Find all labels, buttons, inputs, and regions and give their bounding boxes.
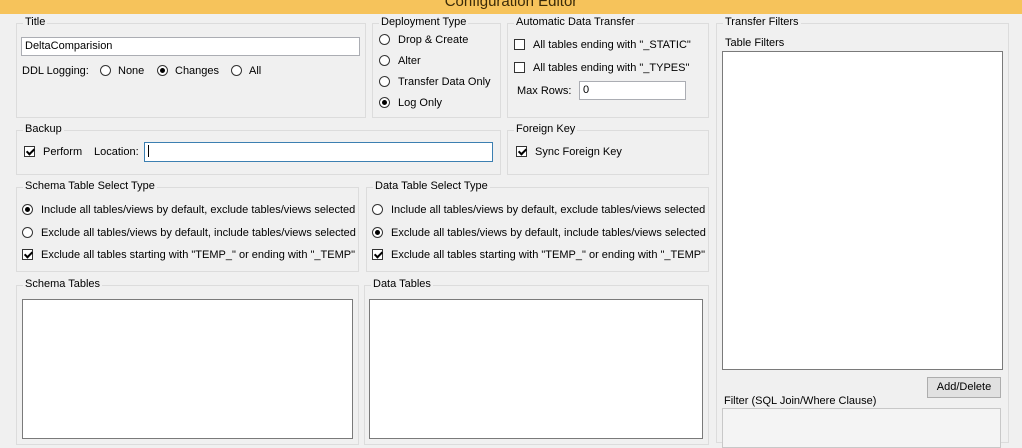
location-input[interactable] — [144, 142, 493, 162]
data-select-label: Data Table Select Type — [373, 180, 490, 192]
window-titlebar: Configuration Editor — [0, 0, 1022, 14]
sync-foreign-key-label[interactable]: Sync Foreign Key — [535, 146, 622, 158]
perform-checkbox[interactable] — [24, 146, 35, 157]
add-delete-button[interactable]: Add/Delete — [927, 377, 1001, 398]
deploy-transfer-data-label[interactable]: Transfer Data Only — [398, 76, 491, 88]
deployment-type-label: Deployment Type — [379, 16, 469, 28]
types-label[interactable]: All tables ending with "_TYPES" — [533, 62, 689, 74]
ddl-changes-radio[interactable] — [157, 65, 168, 76]
foreign-key-label: Foreign Key — [514, 123, 578, 135]
ddl-none-label[interactable]: None — [118, 65, 144, 77]
sync-foreign-key-checkbox[interactable] — [516, 146, 527, 157]
auto-transfer-label: Automatic Data Transfer — [514, 16, 637, 28]
max-rows-label: Max Rows: — [517, 85, 572, 97]
table-filters-label: Table Filters — [725, 37, 785, 49]
schema-tables-list[interactable] — [22, 299, 353, 439]
title-input[interactable]: DeltaComparision — [21, 37, 360, 56]
data-include-radio[interactable] — [372, 204, 383, 215]
filter-clause-label: Filter (SQL Join/Where Clause) — [724, 395, 877, 407]
data-temp-checkbox[interactable] — [372, 249, 383, 260]
filter-clause-input[interactable] — [722, 408, 1001, 448]
static-checkbox[interactable] — [514, 39, 525, 50]
data-tables-list[interactable] — [369, 299, 703, 439]
data-tables-label: Data Tables — [371, 278, 433, 290]
transfer-filters-label: Transfer Filters — [723, 16, 801, 28]
schema-temp-checkbox[interactable] — [22, 249, 33, 260]
ddl-logging-label: DDL Logging: — [22, 65, 89, 77]
schema-exclude-label[interactable]: Exclude all tables/views by default, inc… — [41, 227, 356, 239]
max-rows-input[interactable]: 0 — [579, 81, 686, 100]
schema-tables-label: Schema Tables — [23, 278, 103, 290]
ddl-changes-label[interactable]: Changes — [175, 65, 219, 77]
types-checkbox[interactable] — [514, 62, 525, 73]
data-include-label[interactable]: Include all tables/views by default, exc… — [391, 204, 705, 216]
perform-label[interactable]: Perform — [43, 146, 82, 158]
ddl-all-radio[interactable] — [231, 65, 242, 76]
schema-exclude-radio[interactable] — [22, 227, 33, 238]
schema-select-label: Schema Table Select Type — [23, 180, 157, 192]
location-label: Location: — [94, 146, 139, 158]
data-exclude-radio[interactable] — [372, 227, 383, 238]
deploy-log-only-label[interactable]: Log Only — [398, 97, 442, 109]
ddl-none-radio[interactable] — [100, 65, 111, 76]
schema-include-radio[interactable] — [22, 204, 33, 215]
data-exclude-label[interactable]: Exclude all tables/views by default, inc… — [391, 227, 706, 239]
text-caret — [148, 145, 149, 158]
deploy-alter-radio[interactable] — [379, 55, 390, 66]
schema-temp-label[interactable]: Exclude all tables starting with "TEMP_"… — [41, 249, 355, 261]
static-label[interactable]: All tables ending with "_STATIC" — [533, 39, 691, 51]
data-temp-label[interactable]: Exclude all tables starting with "TEMP_"… — [391, 249, 705, 261]
title-group-label: Title — [23, 16, 48, 28]
deploy-drop-create-radio[interactable] — [379, 34, 390, 45]
deploy-log-only-radio[interactable] — [379, 97, 390, 108]
table-filters-list[interactable] — [722, 51, 1003, 370]
window-title: Configuration Editor — [444, 0, 578, 10]
ddl-all-label[interactable]: All — [249, 65, 261, 77]
deploy-transfer-data-radio[interactable] — [379, 76, 390, 87]
schema-include-label[interactable]: Include all tables/views by default, exc… — [41, 204, 355, 216]
backup-label: Backup — [23, 123, 64, 135]
deploy-drop-create-label[interactable]: Drop & Create — [398, 34, 468, 46]
deploy-alter-label[interactable]: Alter — [398, 55, 421, 67]
